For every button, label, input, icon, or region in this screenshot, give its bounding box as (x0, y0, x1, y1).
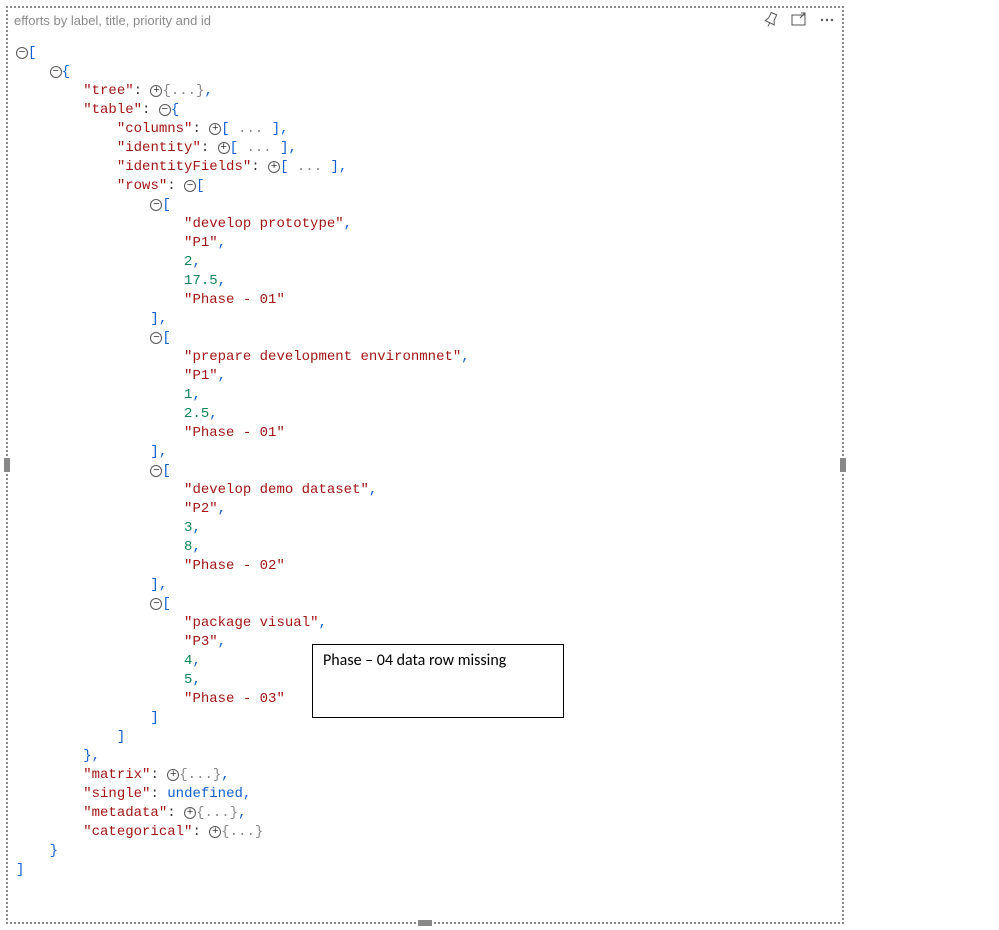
row-value: Phase - 01 (192, 292, 276, 308)
row-value: develop demo dataset (192, 482, 360, 498)
visual-container: efforts by label, title, priority and id… (6, 6, 844, 924)
expand-toggle-icon[interactable]: + (167, 769, 179, 781)
collapsed-object[interactable]: {...} (196, 805, 238, 821)
resize-handle-bottom[interactable] (418, 920, 432, 926)
expand-toggle-icon[interactable]: + (150, 85, 162, 97)
more-options-icon[interactable] (818, 11, 836, 29)
collapse-toggle-icon[interactable]: − (184, 180, 196, 192)
row-value: prepare development environmnet (192, 349, 452, 365)
visual-title: efforts by label, title, priority and id (14, 13, 762, 28)
collapse-toggle-icon[interactable]: − (150, 465, 162, 477)
expand-toggle-icon[interactable]: + (209, 826, 221, 838)
key-identity: identity (125, 140, 192, 156)
key-identity-fields: identityFields (125, 159, 243, 175)
collapsed-array[interactable]: ... (230, 121, 272, 137)
expand-toggle-icon[interactable]: + (218, 142, 230, 154)
row-value: 2.5 (184, 406, 209, 422)
key-tree: tree (92, 83, 126, 99)
annotation-callout: Phase – 04 data row missing (312, 644, 564, 718)
title-actions (762, 11, 836, 29)
key-metadata: metadata (92, 805, 159, 821)
collapse-toggle-icon[interactable]: − (150, 598, 162, 610)
focus-mode-icon[interactable] (790, 11, 808, 29)
row-value: Phase - 02 (192, 558, 276, 574)
row-value: P2 (192, 501, 209, 517)
key-categorical: categorical (92, 824, 184, 840)
expand-toggle-icon[interactable]: + (184, 807, 196, 819)
key-single: single (92, 786, 142, 802)
undefined-value: undefined (167, 786, 243, 802)
expand-toggle-icon[interactable]: + (209, 123, 221, 135)
title-bar: efforts by label, title, priority and id (8, 8, 842, 32)
collapse-toggle-icon[interactable]: − (50, 66, 62, 78)
row-value: Phase - 03 (192, 691, 276, 707)
pin-icon[interactable] (762, 11, 780, 29)
collapsed-object[interactable]: {...} (221, 824, 263, 840)
row-value: P1 (192, 235, 209, 251)
collapse-toggle-icon[interactable]: − (159, 104, 171, 116)
expand-toggle-icon[interactable]: + (268, 161, 280, 173)
key-table: table (92, 102, 134, 118)
json-tree: −[ −{ "tree": +{...}, "table": −{ "colum… (8, 32, 842, 888)
collapsed-object[interactable]: {...} (179, 767, 221, 783)
row-value: package visual (192, 615, 310, 631)
row-value: Phase - 01 (192, 425, 276, 441)
key-matrix: matrix (92, 767, 142, 783)
collapse-toggle-icon[interactable]: − (150, 332, 162, 344)
key-columns: columns (125, 121, 184, 137)
collapsed-array[interactable]: ... (238, 140, 280, 156)
resize-handle-left[interactable] (4, 458, 10, 472)
row-value: 17.5 (184, 273, 218, 289)
row-value: P3 (192, 634, 209, 650)
collapse-toggle-icon[interactable]: − (150, 199, 162, 211)
row-value: P1 (192, 368, 209, 384)
row-value: develop prototype (192, 216, 335, 232)
key-rows: rows (125, 178, 159, 194)
collapsed-array[interactable]: ... (288, 159, 330, 175)
resize-handle-right[interactable] (840, 458, 846, 472)
collapse-toggle-icon[interactable]: − (16, 47, 28, 59)
collapsed-object[interactable]: {...} (162, 83, 204, 99)
